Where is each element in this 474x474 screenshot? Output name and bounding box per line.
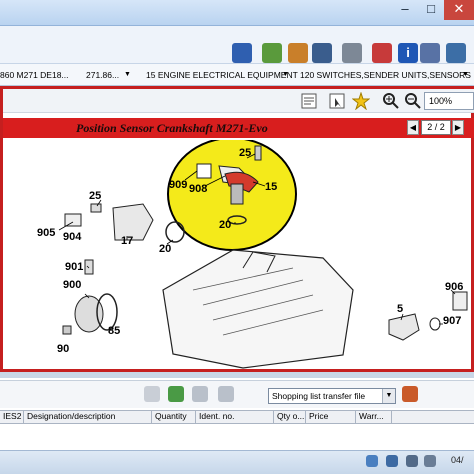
exploded-parts-diagram: 25 909 908 15 20 25 905 904 17 20 901 90… [37,140,468,369]
notes-icon[interactable] [300,92,318,110]
callout-907: 907 [443,315,461,327]
part-904 [64,213,82,227]
basket-icon[interactable] [288,43,308,63]
shopping-list-select[interactable]: Shopping list transfer file ▼ [268,388,396,404]
splitter[interactable] [0,372,474,378]
callout-25b: 25 [89,190,101,202]
transfer-icon[interactable] [402,386,418,402]
col-designation[interactable]: Designation/description [24,410,152,424]
col-qty-order[interactable]: Qty o... [274,410,306,424]
page-indicator: 2 / 2 [421,120,451,135]
parts-table-body [0,424,474,450]
part-5 [388,313,420,341]
close-button[interactable]: ✕ [444,0,474,20]
part-909 [196,163,212,179]
volume-icon[interactable] [424,455,436,467]
next-page-button[interactable]: ▶ [452,120,464,135]
callout-15: 15 [265,181,277,193]
breadcrumb-item-group[interactable]: 15 ENGINE ELECTRICAL EQUIPMENT [146,67,298,83]
callout-900: 900 [63,279,81,291]
zoom-out-icon[interactable] [404,92,422,110]
part-25-bolt [254,145,262,161]
callout-90: 90 [57,343,69,355]
eraser-icon[interactable] [218,386,234,402]
col-quantity[interactable]: Quantity [152,410,196,424]
callout-906: 906 [445,281,463,293]
callout-20b: 20 [159,243,171,255]
network-icon[interactable] [386,455,398,467]
breadcrumb-item-model[interactable]: 271.86... [86,67,119,83]
taskbar-clock: 04/ [451,455,464,465]
part-907 [429,317,441,331]
chevron-down-icon[interactable]: ▼ [124,67,131,83]
callout-901: 901 [65,261,83,273]
info-icon[interactable]: i [398,43,418,63]
part-25b [90,203,102,213]
callout-5: 5 [397,303,403,315]
col-warranty[interactable]: Warr... [356,410,392,424]
scan-icon[interactable] [262,43,282,63]
cart-icon[interactable] [232,43,252,63]
callout-25: 25 [239,147,251,159]
export-icon[interactable] [192,386,208,402]
chevron-down-icon[interactable]: ▼ [462,67,469,83]
callout-85: 85 [108,325,120,337]
book-icon[interactable] [420,43,440,63]
tree-icon[interactable] [144,386,160,402]
monitor-icon[interactable] [406,455,418,467]
callout-905: 905 [37,227,55,239]
part-906 [452,291,468,311]
maximize-button[interactable]: □ [418,0,444,20]
taskbar [0,450,474,474]
prev-page-button[interactable]: ◀ [407,120,419,135]
breadcrumb-item-engine[interactable]: 860 M271 DE18... [0,67,69,83]
callout-909: 909 [169,179,187,191]
col-ies2[interactable]: IES2 [0,410,24,424]
add-to-list-icon[interactable] [168,386,184,402]
breadcrumb-item-subgroup[interactable]: 120 SWITCHES,SENDER UNITS,SENSORS [300,67,471,83]
minimize-button[interactable]: – [392,0,418,20]
shopping-list-value: Shopping list transfer file [272,391,366,401]
tray-icon[interactable] [366,455,378,467]
print-icon[interactable] [342,43,362,63]
chevron-down-icon[interactable]: ▼ [382,389,395,403]
col-ident-no[interactable]: Ident. no. [196,410,274,424]
select-icon[interactable] [328,92,346,110]
callout-20: 20 [219,219,231,231]
part-901 [84,259,94,275]
chevron-down-icon[interactable]: ▼ [282,67,289,83]
star-icon[interactable] [351,91,371,111]
eraser-icon[interactable] [372,43,392,63]
zoom-select[interactable]: 100% [424,92,474,110]
diagram-title: Position Sensor Crankshaft M271-Evo [76,121,268,135]
part-90 [62,325,72,335]
email-icon[interactable] [446,43,466,63]
callout-904: 904 [63,231,82,243]
callout-908: 908 [189,183,207,195]
vehicle-icon[interactable] [312,43,332,63]
part-20b-oring [165,221,185,243]
zoom-in-icon[interactable] [382,92,400,110]
callout-17: 17 [121,235,133,247]
col-price[interactable]: Price [306,410,356,424]
